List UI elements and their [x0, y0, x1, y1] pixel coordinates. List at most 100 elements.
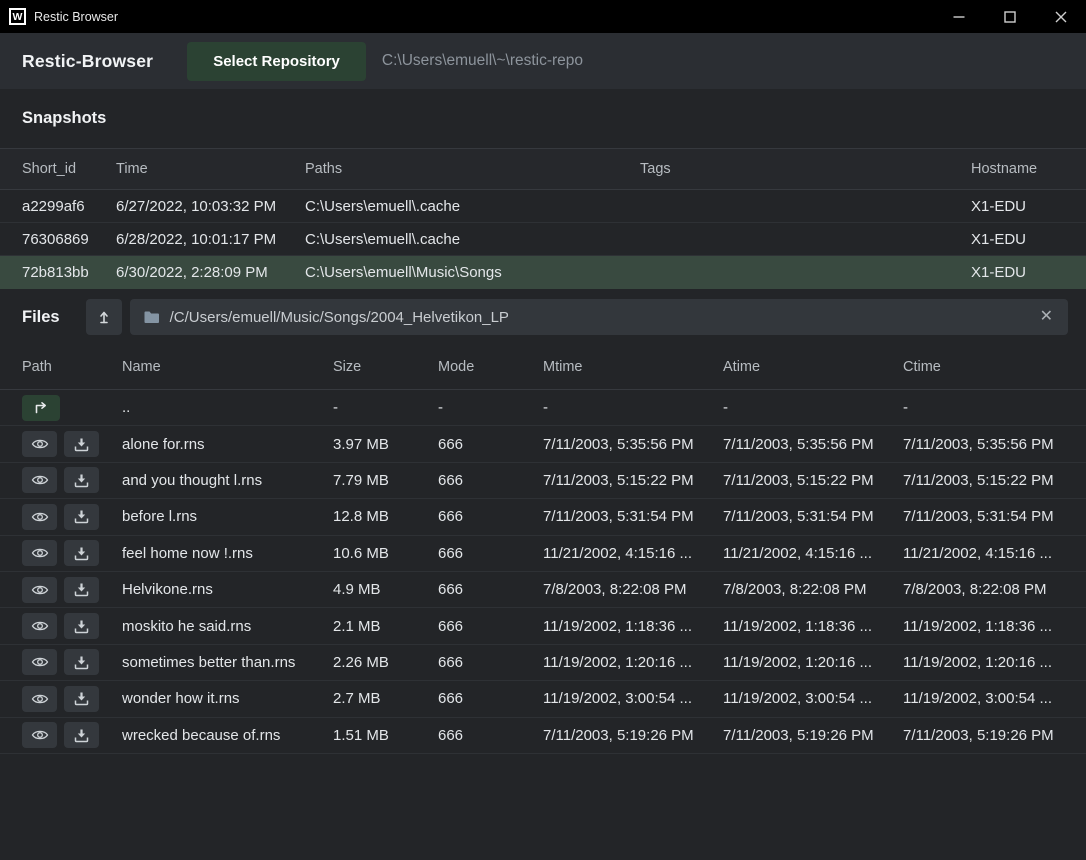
file-atime: 11/19/2002, 1:20:16 ... [723, 654, 903, 671]
clear-path-button[interactable]: ✕ [1038, 309, 1055, 325]
files-heading: Files [22, 308, 60, 327]
file-row: alone for.rns 3.97 MB 666 7/11/2003, 5:3… [0, 426, 1086, 462]
close-button[interactable] [1035, 0, 1086, 33]
file-atime: 7/11/2003, 5:31:54 PM [723, 508, 903, 525]
file-size: 4.9 MB [333, 581, 438, 598]
preview-file-button[interactable] [22, 504, 57, 530]
file-mode: 666 [438, 690, 543, 707]
snapshots-col-paths: Paths [305, 161, 640, 177]
file-atime: 7/11/2003, 5:35:56 PM [723, 436, 903, 453]
app-header: Restic-Browser Select Repository C:\User… [0, 33, 1086, 89]
download-icon [74, 728, 89, 743]
files-col-path: Path [22, 359, 122, 375]
snapshots-heading: Snapshots [22, 109, 106, 128]
snapshot-hostname: X1-EDU [971, 264, 1064, 281]
download-icon [74, 546, 89, 561]
snapshots-section-header: Snapshots [0, 89, 1086, 148]
download-file-button[interactable] [64, 649, 99, 675]
preview-file-button[interactable] [22, 722, 57, 748]
preview-file-button[interactable] [22, 577, 57, 603]
repository-path: C:\Users\emuell\~\restic-repo [382, 52, 583, 70]
file-row: wonder how it.rns 2.7 MB 666 11/19/2002,… [0, 681, 1086, 717]
file-size: 2.7 MB [333, 690, 438, 707]
file-mode: - [438, 399, 543, 416]
eye-icon [31, 619, 49, 633]
download-file-button[interactable] [64, 540, 99, 566]
file-row: wrecked because of.rns 1.51 MB 666 7/11/… [0, 718, 1086, 754]
snapshot-short-id: a2299af6 [22, 198, 116, 215]
file-row: moskito he said.rns 2.1 MB 666 11/19/200… [0, 608, 1086, 644]
file-ctime: 7/8/2003, 8:22:08 PM [903, 581, 1064, 598]
file-mode: 666 [438, 545, 543, 562]
files-table-header: Path Name Size Mode Mtime Atime Ctime [0, 345, 1086, 390]
snapshot-row[interactable]: 76306869 6/28/2022, 10:01:17 PM C:\Users… [0, 223, 1086, 256]
files-col-ctime: Ctime [903, 359, 1064, 375]
snapshot-row[interactable]: a2299af6 6/27/2022, 10:03:32 PM C:\Users… [0, 190, 1086, 223]
eye-icon [31, 473, 49, 487]
file-size: 12.8 MB [333, 508, 438, 525]
files-table-body: alone for.rns 3.97 MB 666 7/11/2003, 5:3… [0, 426, 1086, 754]
preview-file-button[interactable] [22, 540, 57, 566]
snapshot-short-id: 72b813bb [22, 264, 116, 281]
preview-file-button[interactable] [22, 649, 57, 675]
snapshots-col-hostname: Hostname [971, 161, 1064, 177]
file-row: and you thought l.rns 7.79 MB 666 7/11/2… [0, 463, 1086, 499]
snapshot-short-id: 76306869 [22, 231, 116, 248]
download-file-button[interactable] [64, 467, 99, 493]
file-name: before l.rns [122, 508, 333, 525]
file-mtime: 7/11/2003, 5:31:54 PM [543, 508, 723, 525]
snapshots-col-time: Time [116, 161, 305, 177]
file-mtime: 7/8/2003, 8:22:08 PM [543, 581, 723, 598]
file-atime: 11/19/2002, 3:00:54 ... [723, 690, 903, 707]
snapshots-table-body: a2299af6 6/27/2022, 10:03:32 PM C:\Users… [0, 190, 1086, 289]
download-file-button[interactable] [64, 504, 99, 530]
download-icon [74, 691, 89, 706]
snapshots-table-header: Short_id Time Paths Tags Hostname [0, 148, 1086, 190]
app-name: Restic-Browser [22, 51, 153, 72]
download-file-button[interactable] [64, 722, 99, 748]
snapshot-row[interactable]: 72b813bb 6/30/2022, 2:28:09 PM C:\Users\… [0, 256, 1086, 289]
files-col-mode: Mode [438, 359, 543, 375]
file-name: Helvikone.rns [122, 581, 333, 598]
download-file-button[interactable] [64, 613, 99, 639]
file-mode: 666 [438, 472, 543, 489]
snapshot-hostname: X1-EDU [971, 198, 1064, 215]
file-size: 2.26 MB [333, 654, 438, 671]
snapshot-paths: C:\Users\emuell\.cache [305, 198, 640, 215]
file-mtime: 7/11/2003, 5:15:22 PM [543, 472, 723, 489]
preview-file-button[interactable] [22, 686, 57, 712]
file-name: wonder how it.rns [122, 690, 333, 707]
file-size: 1.51 MB [333, 727, 438, 744]
file-size: 3.97 MB [333, 436, 438, 453]
select-repository-button[interactable]: Select Repository [187, 42, 366, 81]
download-file-button[interactable] [64, 686, 99, 712]
open-parent-directory-button[interactable] [22, 395, 60, 421]
snapshot-paths: C:\Users\emuell\.cache [305, 231, 640, 248]
snapshot-time: 6/28/2022, 10:01:17 PM [116, 231, 305, 248]
file-mtime: 7/11/2003, 5:19:26 PM [543, 727, 723, 744]
folder-icon [143, 310, 160, 325]
download-icon [74, 437, 89, 452]
path-input[interactable]: /C/Users/emuell/Music/Songs/2004_Helveti… [130, 299, 1068, 335]
eye-icon [31, 692, 49, 706]
go-to-parent-button[interactable] [86, 299, 122, 335]
turn-up-right-icon [33, 401, 49, 415]
maximize-button[interactable] [984, 0, 1035, 33]
file-name: wrecked because of.rns [122, 727, 333, 744]
window-controls [933, 0, 1086, 33]
snapshot-hostname: X1-EDU [971, 231, 1064, 248]
window-title: Restic Browser [34, 10, 118, 24]
path-value: /C/Users/emuell/Music/Songs/2004_Helveti… [170, 309, 1028, 326]
file-atime: 11/21/2002, 4:15:16 ... [723, 545, 903, 562]
download-file-button[interactable] [64, 431, 99, 457]
preview-file-button[interactable] [22, 467, 57, 493]
preview-file-button[interactable] [22, 431, 57, 457]
file-atime: 7/11/2003, 5:15:22 PM [723, 472, 903, 489]
file-name: alone for.rns [122, 436, 333, 453]
file-row: Helvikone.rns 4.9 MB 666 7/8/2003, 8:22:… [0, 572, 1086, 608]
download-file-button[interactable] [64, 577, 99, 603]
download-icon [74, 655, 89, 670]
minimize-button[interactable] [933, 0, 984, 33]
snapshots-col-short-id: Short_id [22, 161, 116, 177]
preview-file-button[interactable] [22, 613, 57, 639]
